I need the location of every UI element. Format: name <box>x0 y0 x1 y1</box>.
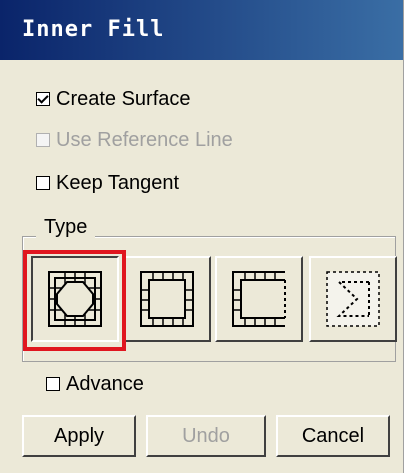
type-button-open-border[interactable] <box>215 256 303 342</box>
create-surface-option[interactable]: Create Surface <box>36 86 191 112</box>
keep-tangent-label: Keep Tangent <box>56 171 180 194</box>
type-group-label: Type <box>36 216 96 239</box>
window-title: Inner Fill <box>22 17 165 42</box>
apply-button[interactable]: Apply <box>22 415 136 457</box>
selected-type-highlight <box>23 250 126 351</box>
type-button-dashed-sigma[interactable] <box>309 256 397 342</box>
advance-label: Advance <box>66 372 144 395</box>
inner-fill-dashed-sigma-icon <box>326 271 380 327</box>
undo-button: Undo <box>146 415 266 457</box>
inner-fill-dialog: Inner Fill Create Surface Use Reference … <box>0 0 404 473</box>
keep-tangent-checkbox[interactable] <box>36 176 50 190</box>
inner-fill-open-border-icon <box>232 271 286 327</box>
create-surface-label: Create Surface <box>56 87 191 110</box>
use-reference-line-label: Use Reference Line <box>56 128 233 151</box>
keep-tangent-option[interactable]: Keep Tangent <box>36 170 179 196</box>
inner-fill-grid-border-icon <box>140 271 194 327</box>
use-reference-line-checkbox <box>36 133 50 147</box>
advance-option[interactable]: Advance <box>46 371 144 397</box>
cancel-button[interactable]: Cancel <box>276 415 390 457</box>
create-surface-checkbox[interactable] <box>36 92 50 106</box>
title-bar: Inner Fill <box>0 0 403 60</box>
advance-checkbox[interactable] <box>46 377 60 391</box>
type-button-grid-border[interactable] <box>123 256 211 342</box>
use-reference-line-option: Use Reference Line <box>36 127 233 153</box>
